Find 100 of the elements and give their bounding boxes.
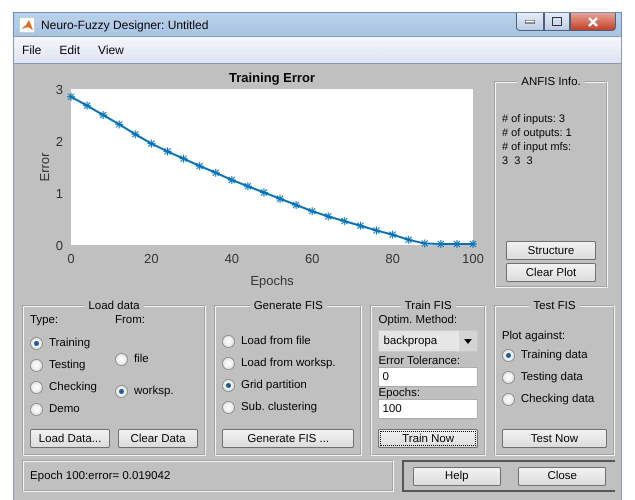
maximize-button[interactable] <box>544 13 570 31</box>
minimize-icon <box>525 20 535 24</box>
star-marker <box>114 120 124 129</box>
radio-button[interactable] <box>502 348 515 362</box>
y-tick-label: 2 <box>56 134 63 149</box>
star-marker <box>340 216 349 226</box>
x-tick-label: 40 <box>224 251 240 266</box>
radio-button[interactable] <box>502 370 515 384</box>
train-now-button[interactable]: Train Now <box>378 429 478 448</box>
star-marker <box>324 212 333 221</box>
radio-label: Load from worksp. <box>241 357 336 369</box>
x-tick-label: 0 <box>67 251 75 266</box>
maximize-icon <box>552 17 562 26</box>
epochs-label: Epochs: <box>378 387 422 399</box>
x-tick-label: 100 <box>462 251 484 266</box>
star-marker <box>162 146 172 156</box>
y-tick-label: 0 <box>56 238 63 253</box>
caret-icon <box>458 331 477 351</box>
close-icon <box>587 16 599 26</box>
radio-button[interactable] <box>30 380 43 394</box>
star-marker <box>243 182 252 191</box>
close-button[interactable] <box>570 13 616 31</box>
footer-button[interactable]: Help <box>412 466 501 486</box>
load-data-button[interactable]: Load Data... <box>30 429 110 448</box>
load-data-button[interactable]: Clear Data <box>118 429 198 448</box>
footer-button[interactable]: Close <box>518 466 606 486</box>
radio-button[interactable] <box>30 358 43 372</box>
menu-item[interactable]: File <box>22 43 42 57</box>
test-now-button[interactable]: Test Now <box>502 429 607 448</box>
radio-button[interactable] <box>114 352 128 366</box>
radio-button[interactable] <box>114 384 128 398</box>
method-label: Optim. Method: <box>378 314 458 326</box>
tolerance-field[interactable]: 0 <box>378 367 478 387</box>
panel-title: Load data <box>87 300 141 312</box>
plot-against-label: Plot against: <box>502 330 566 342</box>
star-marker <box>436 239 446 248</box>
panel-button[interactable]: Clear Plot <box>506 263 596 282</box>
y-tick-label: 3 <box>56 82 63 97</box>
panel-title: Test FIS <box>532 300 576 312</box>
x-tick-label: 60 <box>304 251 320 266</box>
radio-button[interactable] <box>30 402 43 416</box>
radio-label: Demo <box>49 403 80 415</box>
radio-button[interactable] <box>30 336 43 350</box>
matlab-logo-icon <box>19 16 35 32</box>
star-marker <box>195 161 204 170</box>
radio-label: Training data <box>520 349 588 361</box>
info-text: # of inputs: 3 <box>502 112 566 126</box>
radio-label: Grid partition <box>241 379 307 391</box>
radio-button[interactable] <box>502 392 515 406</box>
panel-title: Generate FIS <box>252 300 324 312</box>
from-label: From: <box>114 314 146 326</box>
star-marker <box>308 206 317 216</box>
star-marker <box>452 239 462 248</box>
radio-label: worksp. <box>134 385 174 397</box>
window-title: Neuro-Fuzzy Designer: Untitled <box>41 18 210 32</box>
type-label: Type: <box>30 314 60 326</box>
star-marker <box>292 200 301 210</box>
y-axis-label: Error <box>37 152 52 182</box>
star-marker <box>468 239 478 248</box>
x-axis-label: Epochs <box>250 273 294 288</box>
radio-label: Load from file <box>241 335 311 347</box>
star-marker <box>179 154 188 164</box>
radio-label: Sub. clustering <box>241 401 318 413</box>
radio-label: Training <box>49 337 90 349</box>
method-dropdown[interactable]: backpropa <box>378 330 478 352</box>
star-marker <box>372 226 382 235</box>
star-marker <box>276 194 285 204</box>
star-marker <box>130 130 140 139</box>
star-marker <box>404 235 414 244</box>
epochs-field[interactable]: 100 <box>378 399 478 419</box>
star-marker <box>146 139 156 148</box>
menu-item[interactable]: Edit <box>59 43 80 57</box>
star-marker <box>420 238 430 248</box>
panel-title: ANFIS Info. <box>520 76 582 88</box>
radio-button[interactable] <box>222 356 235 370</box>
star-marker <box>227 176 236 184</box>
star-marker <box>66 92 76 102</box>
chart-title: Training Error <box>229 70 315 85</box>
star-marker <box>98 110 108 120</box>
radio-label: Testing <box>49 359 86 371</box>
x-tick-label: 20 <box>144 251 159 266</box>
panel-title: Train FIS <box>404 300 453 312</box>
radio-button[interactable] <box>222 334 235 348</box>
x-tick-label: 80 <box>385 251 400 266</box>
radio-button[interactable] <box>222 378 235 392</box>
menu-item[interactable]: View <box>98 43 124 57</box>
info-text: # of outputs: 1 <box>502 126 573 140</box>
star-marker <box>211 168 220 178</box>
radio-label: Checking <box>49 381 97 393</box>
info-text: # of input mfs: <box>502 140 572 154</box>
star-marker <box>388 230 398 240</box>
generate-fis-button[interactable]: Generate FIS ... <box>222 429 354 448</box>
info-text: 3 3 3 <box>502 154 534 168</box>
radio-button[interactable] <box>222 400 235 414</box>
panel-button[interactable]: Structure <box>506 241 596 260</box>
radio-label: Testing data <box>520 371 583 383</box>
star-marker <box>82 101 92 110</box>
star-marker <box>356 221 365 230</box>
minimize-button[interactable] <box>516 13 544 31</box>
radio-label: file <box>134 353 149 365</box>
